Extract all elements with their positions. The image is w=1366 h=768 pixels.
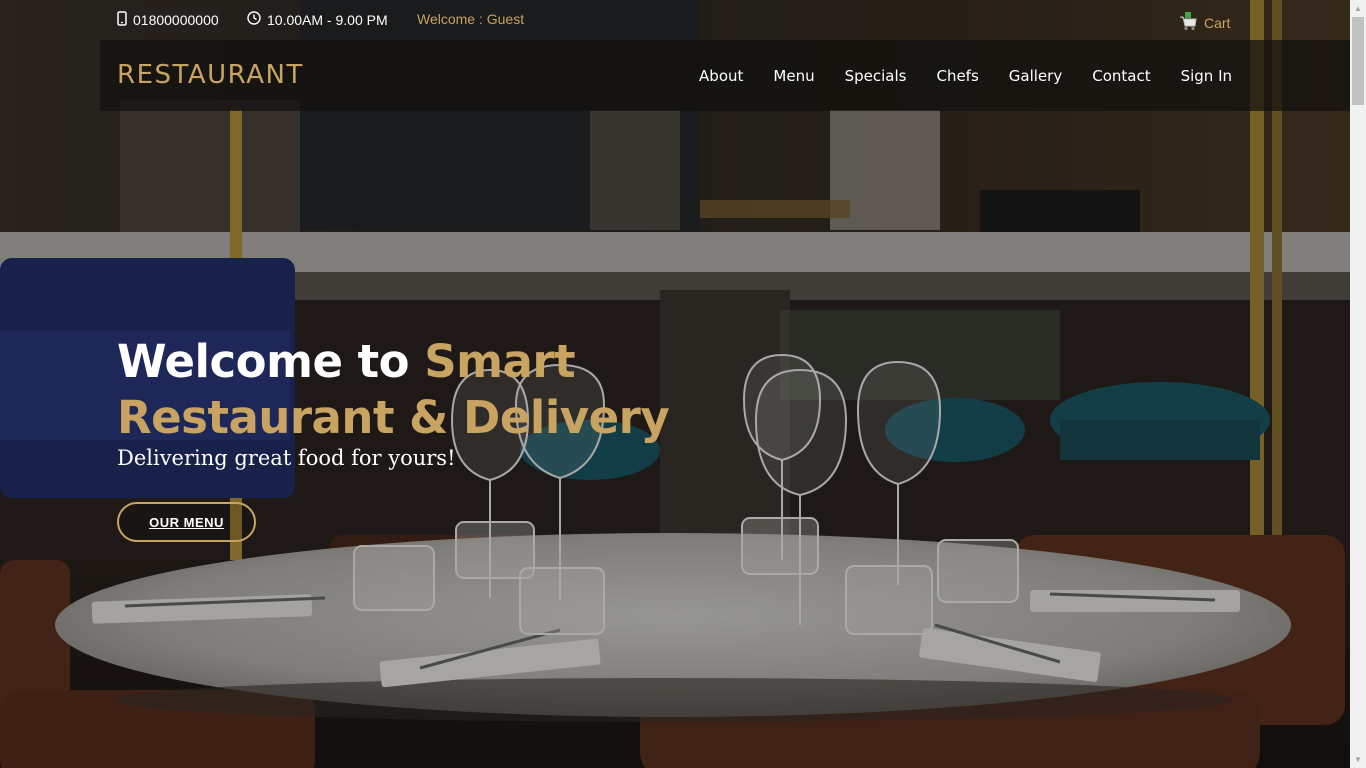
our-menu-button[interactable]: OUR MENU: [117, 502, 256, 542]
clock-icon: [247, 11, 261, 28]
opening-hours: 10.00AM - 9.00 PM: [247, 11, 388, 28]
nav-link-contact[interactable]: Contact: [1092, 67, 1150, 85]
main-navbar: RESTAURANT About Menu Specials Chefs Gal…: [100, 40, 1350, 111]
nav-link-chefs[interactable]: Chefs: [936, 67, 978, 85]
phone-icon: [117, 11, 127, 29]
nav-link-specials[interactable]: Specials: [845, 67, 907, 85]
scrollbar-thumb[interactable]: [1352, 17, 1364, 105]
page-scrollbar[interactable]: ▲ ▼: [1350, 0, 1366, 768]
welcome-user-text: Welcome : Guest: [417, 11, 525, 27]
cart-label: Cart: [1204, 14, 1231, 31]
brand-logo[interactable]: RESTAURANT: [117, 60, 304, 90]
hero-title-part1: Welcome to: [117, 335, 425, 388]
nav-link-sign-in[interactable]: Sign In: [1181, 67, 1232, 85]
scroll-down-arrow-icon[interactable]: ▼: [1350, 751, 1366, 768]
top-info-bar: 01800000000 10.00AM - 9.00 PM Welcome : …: [0, 0, 1350, 40]
nav-link-gallery[interactable]: Gallery: [1009, 67, 1062, 85]
nav-menu: About Menu Specials Chefs Gallery Contac…: [699, 67, 1232, 85]
hours-text: 10.00AM - 9.00 PM: [267, 11, 388, 28]
scroll-up-arrow-icon[interactable]: ▲: [1350, 0, 1366, 17]
contact-phone: 01800000000: [117, 11, 219, 29]
hero-subtitle: Delivering great food for yours!: [117, 446, 456, 470]
nav-link-about[interactable]: About: [699, 67, 743, 85]
cart-link[interactable]: Cart: [1178, 11, 1230, 34]
hero-title: Welcome to Smart Restaurant & Delivery: [117, 334, 670, 446]
hero-title-part2: Smart: [424, 335, 576, 388]
phone-number: 01800000000: [133, 12, 219, 28]
shopping-cart-icon: [1178, 11, 1198, 34]
nav-link-menu[interactable]: Menu: [773, 67, 814, 85]
hero-title-line2: Restaurant & Delivery: [117, 391, 670, 444]
